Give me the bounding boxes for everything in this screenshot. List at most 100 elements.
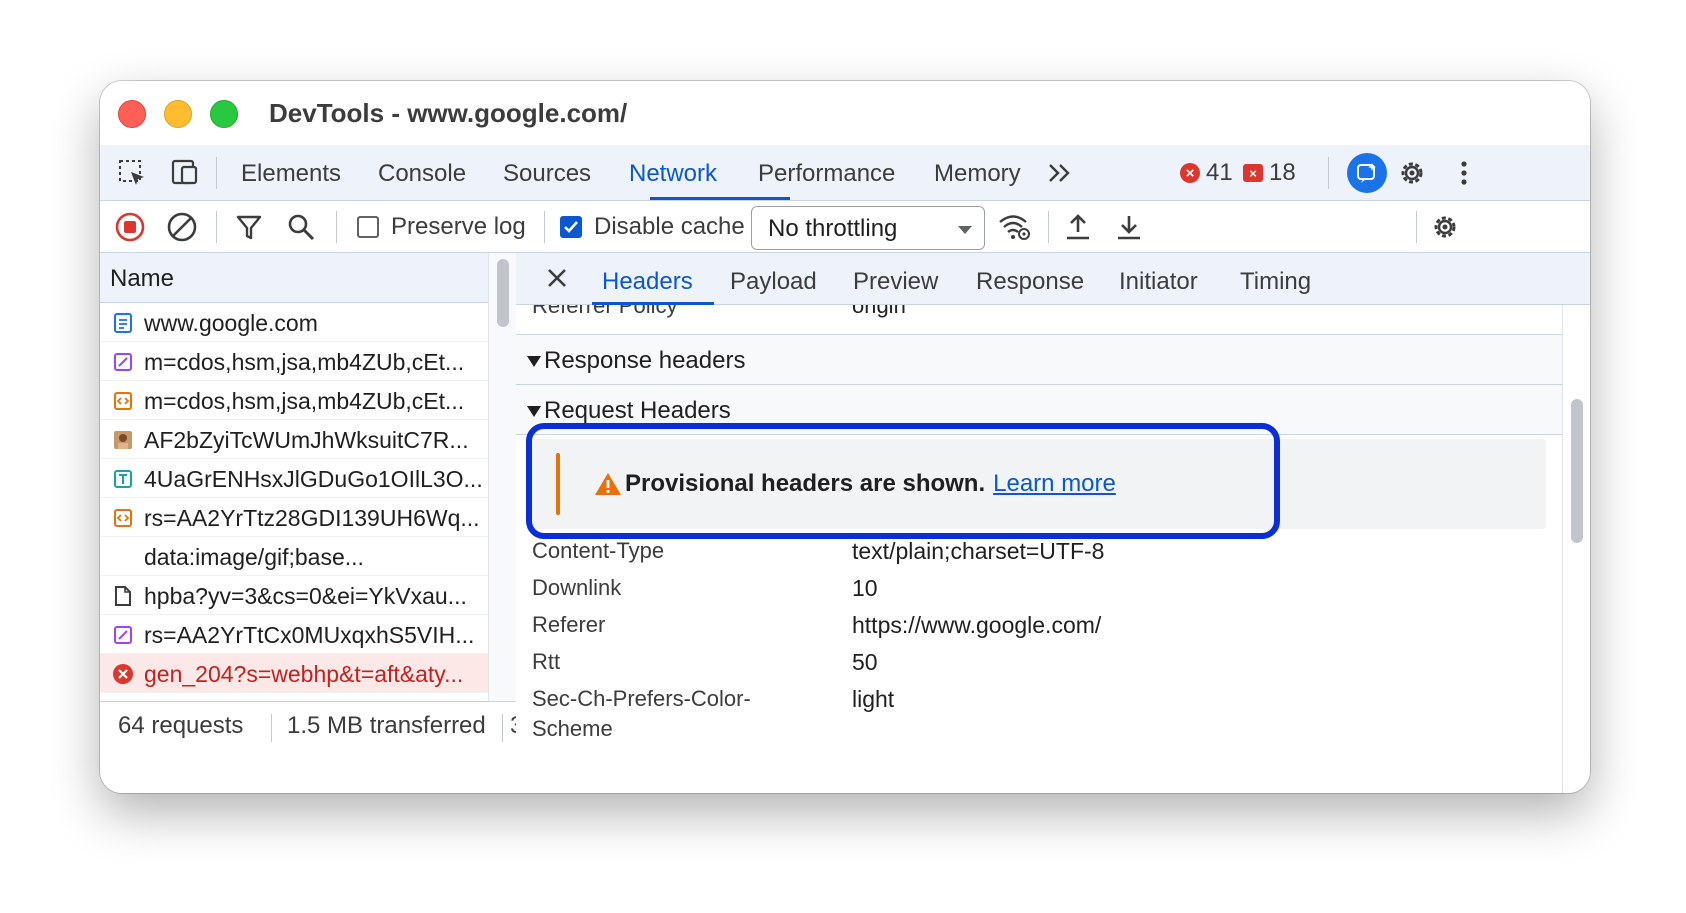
tab-console[interactable]: Console bbox=[378, 160, 466, 188]
more-tabs-chevron-icon[interactable] bbox=[1042, 155, 1078, 191]
divider bbox=[502, 714, 503, 742]
inspect-element-icon[interactable] bbox=[114, 155, 150, 191]
disable-cache-toggle[interactable]: Disable cache bbox=[560, 209, 745, 245]
request-list: www.google.com m=cdos,hsm,jsa,mb4ZUb,cEt… bbox=[100, 303, 488, 693]
device-toolbar-icon[interactable] bbox=[166, 155, 202, 191]
divider bbox=[216, 157, 217, 189]
close-icon[interactable] bbox=[542, 263, 572, 293]
header-value: text/plain;charset=UTF-8 bbox=[852, 538, 1105, 564]
table-row[interactable]: www.google.com bbox=[100, 303, 488, 342]
tab-network[interactable]: Network bbox=[629, 160, 717, 188]
scrollbar-thumb[interactable] bbox=[1571, 399, 1583, 543]
request-list-scrollbar[interactable] bbox=[488, 253, 516, 701]
request-detail-panel: Headers Payload Preview Response Initiat… bbox=[516, 253, 1590, 793]
import-har-upload-icon[interactable] bbox=[1063, 209, 1093, 245]
header-row-partial: Referrer Policy origin bbox=[516, 305, 1562, 335]
image-thumbnail-icon bbox=[112, 429, 134, 451]
tab-sources[interactable]: Sources bbox=[503, 160, 591, 188]
disable-cache-checkbox[interactable] bbox=[560, 216, 582, 238]
filter-icon[interactable] bbox=[234, 209, 264, 245]
table-row[interactable]: AF2bZyiTcWUmJhWksuitC7R... bbox=[100, 420, 488, 459]
request-list-panel: Name www.google.com m=cdos,hsm,jsa,mb4ZU… bbox=[100, 253, 523, 793]
script-icon bbox=[112, 390, 134, 412]
divider bbox=[1416, 211, 1417, 243]
active-tab-indicator bbox=[650, 197, 790, 200]
header-key: Downlink bbox=[532, 575, 622, 600]
divider bbox=[544, 211, 545, 243]
script-icon bbox=[112, 507, 134, 529]
detail-tab-strip: Headers Payload Preview Response Initiat… bbox=[516, 253, 1590, 305]
network-status-bar: 64 requests 1.5 MB transferred 3 bbox=[100, 701, 523, 793]
headers-scrollbar[interactable] bbox=[1562, 305, 1590, 793]
table-row[interactable]: m=cdos,hsm,jsa,mb4ZUb,cEt... bbox=[100, 381, 488, 420]
close-window-button[interactable] bbox=[118, 100, 146, 128]
export-har-download-icon[interactable] bbox=[1114, 209, 1144, 245]
error-icon bbox=[112, 663, 134, 685]
table-row[interactable]: m=cdos,hsm,jsa,mb4ZUb,cEt... bbox=[100, 342, 488, 381]
highlight-outline bbox=[526, 423, 1280, 539]
header-key-continued: Scheme bbox=[532, 716, 613, 741]
headers-content: Referrer Policy origin Response headers … bbox=[516, 305, 1562, 793]
throttling-select[interactable]: No throttling bbox=[751, 206, 985, 250]
ai-assistance-icon[interactable] bbox=[1347, 153, 1387, 193]
tab-elements[interactable]: Elements bbox=[241, 160, 341, 188]
tab-memory[interactable]: Memory bbox=[934, 160, 1021, 188]
preserve-log-toggle[interactable]: Preserve log bbox=[357, 209, 526, 245]
name-column-header[interactable]: Name bbox=[100, 253, 488, 303]
network-settings-gear-icon[interactable] bbox=[1430, 209, 1460, 245]
main-tab-strip: Elements Console Sources Network Perform… bbox=[100, 145, 1590, 201]
tab-initiator[interactable]: Initiator bbox=[1119, 268, 1198, 296]
settings-gear-icon[interactable] bbox=[1394, 155, 1430, 191]
network-toolbar: Preserve log Disable cache No throttling bbox=[100, 201, 1590, 253]
divider bbox=[271, 714, 272, 742]
stop-recording-icon[interactable] bbox=[114, 209, 146, 245]
search-icon[interactable] bbox=[286, 209, 316, 245]
stylesheet-icon bbox=[112, 624, 134, 646]
divider bbox=[216, 211, 217, 243]
response-headers-section[interactable]: Response headers bbox=[516, 335, 1562, 385]
minimize-window-button[interactable] bbox=[164, 100, 192, 128]
devtools-window: DevTools - www.google.com/ Elements Cons… bbox=[100, 81, 1590, 793]
stylesheet-icon bbox=[112, 351, 134, 373]
clear-log-icon[interactable] bbox=[166, 209, 198, 245]
header-key: Content-Type bbox=[532, 538, 665, 563]
divider bbox=[336, 211, 337, 243]
triangle-down-icon bbox=[527, 406, 541, 417]
document-icon bbox=[112, 312, 134, 334]
tab-preview[interactable]: Preview bbox=[853, 268, 938, 296]
header-key: Referer bbox=[532, 612, 606, 637]
header-value: 50 bbox=[852, 649, 878, 675]
font-icon bbox=[112, 468, 134, 490]
title-bar: DevTools - www.google.com/ bbox=[100, 81, 1590, 145]
table-row[interactable]: hpba?yv=3&cs=0&ei=YkVxau... bbox=[100, 576, 488, 615]
table-row[interactable]: rs=AA2YrTtCx0MUxqxhS5VIH... bbox=[100, 615, 488, 654]
tab-timing[interactable]: Timing bbox=[1240, 268, 1311, 296]
header-value: https://www.google.com/ bbox=[852, 612, 1102, 638]
scrollbar-thumb[interactable] bbox=[497, 259, 509, 327]
network-conditions-wifi-icon[interactable] bbox=[997, 209, 1031, 245]
zoom-window-button[interactable] bbox=[210, 100, 238, 128]
tab-response[interactable]: Response bbox=[976, 268, 1084, 296]
table-row[interactable]: data:image/gif;base... bbox=[100, 537, 488, 576]
preserve-log-checkbox[interactable] bbox=[357, 216, 379, 238]
tab-performance[interactable]: Performance bbox=[758, 160, 895, 188]
transferred-size: 1.5 MB transferred bbox=[287, 712, 486, 739]
table-row[interactable]: 4UaGrENHsxJlGDuGo1OIlL3O... bbox=[100, 459, 488, 498]
table-row-error[interactable]: gen_204?s=webhp&t=aft&aty... bbox=[100, 654, 488, 693]
issues-badge[interactable]: × 18 bbox=[1243, 159, 1296, 187]
window-title: DevTools - www.google.com/ bbox=[269, 98, 628, 128]
divider bbox=[1328, 157, 1329, 189]
table-row[interactable]: rs=AA2YrTtz28GDI139UH6Wq... bbox=[100, 498, 488, 537]
chevron-down-icon bbox=[958, 226, 972, 234]
triangle-down-icon bbox=[527, 356, 541, 367]
header-value: light bbox=[852, 686, 895, 712]
errors-badge[interactable]: × 41 bbox=[1180, 159, 1233, 187]
more-options-kebab-icon[interactable] bbox=[1446, 155, 1482, 191]
issue-flag-icon: × bbox=[1243, 164, 1263, 182]
error-circle-icon: × bbox=[1180, 163, 1200, 183]
request-count: 64 requests bbox=[118, 712, 244, 739]
file-icon bbox=[112, 585, 134, 607]
tab-payload[interactable]: Payload bbox=[730, 268, 817, 296]
header-value: 10 bbox=[852, 575, 878, 601]
tab-headers[interactable]: Headers bbox=[602, 268, 693, 296]
